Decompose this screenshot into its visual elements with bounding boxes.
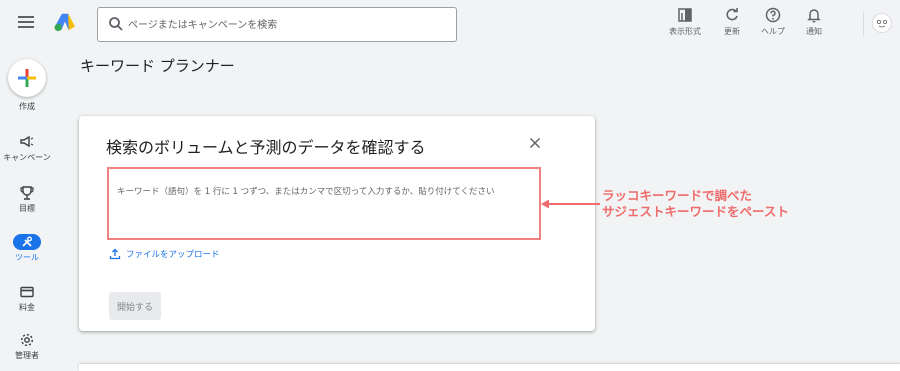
sidebar-item-label: 目標 — [19, 204, 35, 213]
keyword-input-box — [107, 167, 541, 240]
gear-icon — [20, 333, 34, 347]
sidebar-item-label: 管理者 — [15, 351, 39, 360]
menu-icon[interactable] — [18, 16, 34, 28]
upload-file-link[interactable]: ファイルをアップロード — [109, 248, 220, 260]
appearance-label: 表示形式 — [669, 27, 701, 36]
start-button[interactable]: 開始する — [109, 292, 161, 320]
card-title: 検索のボリュームと予測のデータを確認する — [106, 138, 426, 157]
sidebar-item-label: 料金 — [19, 303, 35, 312]
google-ads-logo-icon[interactable] — [54, 12, 76, 32]
sidebar-item-campaigns[interactable]: キャンペーン — [0, 133, 54, 163]
help-button[interactable]: ヘルプ — [750, 6, 796, 37]
annotation-line-2: サジェストキーワードをペースト — [602, 204, 789, 219]
page-title: キーワード プランナー — [80, 57, 235, 75]
appearance-icon — [678, 8, 692, 22]
account-avatar-icon — [877, 20, 887, 28]
sidebar-item-billing[interactable]: 料金 — [0, 283, 54, 313]
annotation-text: ラッコキーワードで調べた サジェストキーワードをペースト — [602, 188, 789, 220]
divider — [863, 12, 864, 36]
avatar[interactable] — [872, 13, 892, 33]
upload-file-label: ファイルをアップロード — [126, 250, 220, 260]
top-bar: 表示形式 更新 ヘルプ 通知 — [0, 0, 900, 50]
refresh-button[interactable]: 更新 — [709, 6, 755, 37]
bell-icon — [807, 9, 821, 23]
credit-card-icon — [20, 286, 34, 298]
close-icon[interactable] — [527, 135, 543, 151]
search-icon — [109, 17, 123, 31]
create-label: 作成 — [19, 102, 35, 111]
annotation-arrow-icon — [541, 199, 600, 209]
keyword-forecast-card: 検索のボリュームと予測のデータを確認する ファイルをアップロード 開始する — [79, 116, 595, 331]
create-button[interactable] — [8, 59, 46, 97]
refresh-icon — [726, 8, 738, 21]
search-input[interactable] — [128, 14, 448, 36]
plus-icon — [18, 69, 36, 87]
results-card-edge — [79, 364, 900, 371]
megaphone-icon — [20, 135, 34, 148]
search-box[interactable] — [97, 7, 457, 42]
upload-icon — [109, 248, 121, 260]
sidebar-item-tools[interactable]: ツール — [0, 233, 54, 263]
sidebar-item-admin[interactable]: 管理者 — [0, 331, 54, 361]
trophy-icon — [20, 186, 34, 200]
notifications-label: 通知 — [806, 27, 822, 36]
sidebar-item-goals[interactable]: 目標 — [0, 184, 54, 214]
appearance-button[interactable]: 表示形式 — [662, 6, 708, 37]
notifications-button[interactable]: 通知 — [791, 6, 837, 37]
help-icon — [765, 7, 781, 23]
sidebar-item-label: キャンペーン — [3, 153, 51, 162]
sidebar-item-label: ツール — [15, 253, 39, 262]
refresh-label: 更新 — [724, 27, 740, 36]
help-label: ヘルプ — [761, 27, 785, 36]
keyword-textarea[interactable] — [117, 185, 533, 235]
tools-icon — [22, 236, 32, 247]
annotation-line-1: ラッコキーワードで調べた — [602, 188, 753, 203]
